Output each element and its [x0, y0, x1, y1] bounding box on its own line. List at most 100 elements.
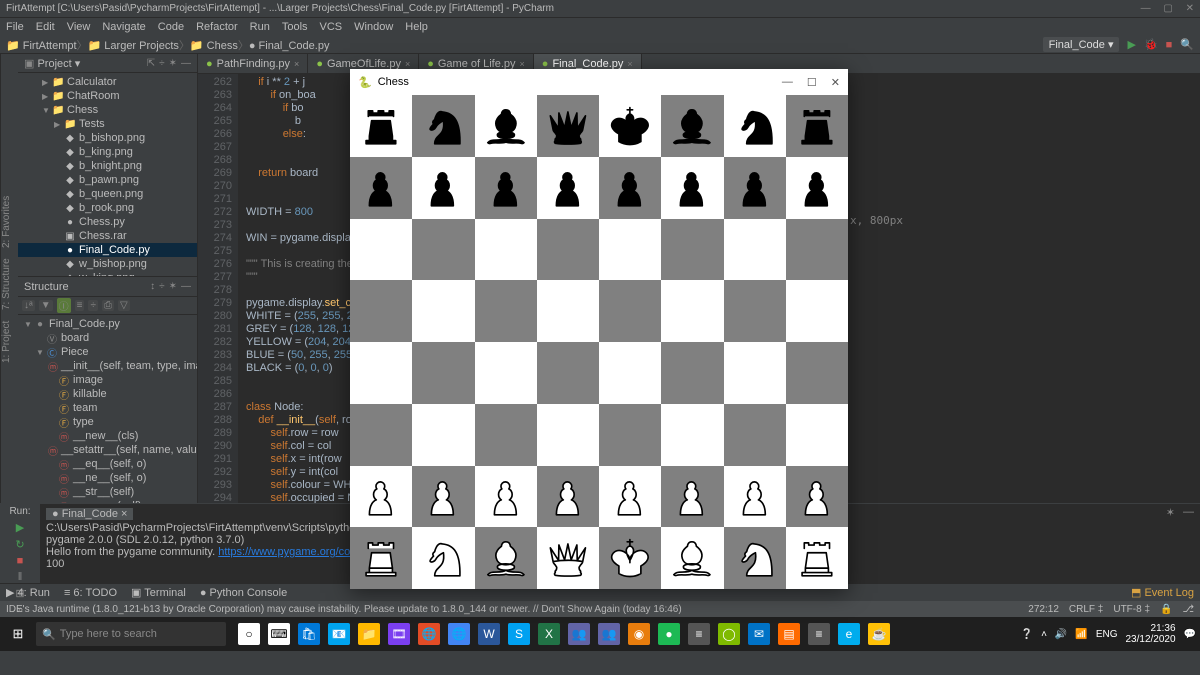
- chess-square[interactable]: [724, 527, 786, 589]
- structure-item[interactable]: ⓜ__init__(self, team, type, image, killa…: [18, 359, 197, 373]
- breadcrumb-item[interactable]: 📁 Larger Projects: [88, 40, 179, 52]
- chess-square[interactable]: [537, 280, 599, 342]
- filter-icon[interactable]: ÷: [159, 281, 165, 292]
- structure-item[interactable]: ⓜ__new__(cls): [18, 429, 197, 443]
- wifi-icon[interactable]: 📶: [1075, 629, 1087, 640]
- structure-item[interactable]: ▼ⒸPiece: [18, 345, 197, 359]
- chess-square[interactable]: [475, 157, 537, 219]
- chess-square[interactable]: [412, 404, 474, 466]
- collapse-icon[interactable]: ⇱: [147, 58, 155, 69]
- chess-square[interactable]: [537, 95, 599, 157]
- strip-structure[interactable]: 7: Structure: [1, 259, 12, 311]
- menu-refactor[interactable]: Refactor: [196, 21, 238, 33]
- chess-square[interactable]: [475, 280, 537, 342]
- chess-square[interactable]: [786, 342, 848, 404]
- structure-item[interactable]: ⓜ__str__(self): [18, 485, 197, 499]
- structure-item[interactable]: ⓜ__eq__(self, o): [18, 457, 197, 471]
- bottom-tab[interactable]: ≡ 6: TODO: [64, 587, 117, 599]
- close-icon[interactable]: ✕: [1186, 3, 1194, 14]
- menu-window[interactable]: Window: [354, 21, 393, 33]
- taskbar-app[interactable]: 📁: [358, 623, 380, 645]
- taskbar-app[interactable]: 🌐: [448, 623, 470, 645]
- taskbar-app[interactable]: ◯: [718, 623, 740, 645]
- settings-icon[interactable]: ✶: [1166, 506, 1175, 519]
- taskbar-app[interactable]: ✉: [748, 623, 770, 645]
- taskbar-app[interactable]: 👥: [598, 623, 620, 645]
- chess-square[interactable]: [661, 219, 723, 281]
- stop-icon[interactable]: ■: [17, 555, 24, 567]
- chess-square[interactable]: [475, 342, 537, 404]
- tree-item[interactable]: ◆b_rook.png: [18, 201, 197, 215]
- help-icon[interactable]: ❔: [1021, 629, 1033, 640]
- structure-item[interactable]: ⓜ__repr__(self): [18, 499, 197, 503]
- tree-item[interactable]: ▶📁Calculator: [18, 75, 197, 89]
- taskbar-app[interactable]: W: [478, 623, 500, 645]
- taskbar-app[interactable]: ≡: [808, 623, 830, 645]
- bottom-tab[interactable]: ● Python Console: [200, 587, 287, 599]
- git-icon[interactable]: ⎇: [1182, 604, 1194, 615]
- chess-square[interactable]: [661, 280, 723, 342]
- structure-item[interactable]: Ⓥboard: [18, 331, 197, 345]
- run-tab[interactable]: ● Final_Code ×: [46, 508, 133, 520]
- menu-edit[interactable]: Edit: [36, 21, 55, 33]
- chess-square[interactable]: [350, 466, 412, 528]
- tree-item[interactable]: ◆w_bishop.png: [18, 257, 197, 271]
- tree-item[interactable]: ▶📁ChatRoom: [18, 89, 197, 103]
- structure-tree[interactable]: ▼●Final_Code.pyⓋboard▼ⒸPieceⓜ__init__(se…: [18, 315, 197, 503]
- chess-square[interactable]: [350, 157, 412, 219]
- taskbar-app[interactable]: S: [508, 623, 530, 645]
- encoding[interactable]: UTF-8 ‡: [1113, 604, 1150, 615]
- tree-item[interactable]: ◆b_pawn.png: [18, 173, 197, 187]
- hide-icon[interactable]: —: [181, 58, 191, 69]
- minimize-icon[interactable]: —: [1141, 3, 1151, 14]
- chess-square[interactable]: [599, 157, 661, 219]
- hide-icon[interactable]: —: [181, 281, 191, 292]
- structure-item[interactable]: ⓜ__setattr__(self, name, value): [18, 443, 197, 457]
- lock-icon[interactable]: 🔒: [1160, 604, 1172, 615]
- chess-board[interactable]: [350, 95, 848, 589]
- minimize-icon[interactable]: —: [782, 76, 793, 89]
- chess-square[interactable]: [537, 157, 599, 219]
- chess-square[interactable]: [599, 404, 661, 466]
- chess-square[interactable]: [724, 342, 786, 404]
- chess-square[interactable]: [661, 466, 723, 528]
- taskbar-app[interactable]: ●: [658, 623, 680, 645]
- chess-square[interactable]: [537, 466, 599, 528]
- structure-item[interactable]: Ⓕtype: [18, 415, 197, 429]
- lang-indicator[interactable]: ENG: [1096, 629, 1118, 640]
- bottom-tab[interactable]: ▣ Terminal: [131, 586, 186, 599]
- chess-square[interactable]: [599, 280, 661, 342]
- chess-square[interactable]: [724, 404, 786, 466]
- taskbar-app[interactable]: 👥: [568, 623, 590, 645]
- chess-square[interactable]: [537, 342, 599, 404]
- system-tray[interactable]: ❔ ˄ 🔊 📶 ENG 21:3623/12/2020 💬: [1021, 623, 1196, 645]
- structure-item[interactable]: ⓜ__ne__(self, o): [18, 471, 197, 485]
- search-icon[interactable]: 🔍: [1180, 38, 1194, 51]
- chess-square[interactable]: [350, 280, 412, 342]
- structure-item[interactable]: Ⓕimage: [18, 373, 197, 387]
- breadcrumb-item[interactable]: 📁 Chess: [190, 40, 238, 52]
- chess-square[interactable]: [350, 404, 412, 466]
- menu-navigate[interactable]: Navigate: [102, 21, 145, 33]
- structure-item[interactable]: ▼●Final_Code.py: [18, 317, 197, 331]
- maximize-icon[interactable]: ▢: [1163, 3, 1172, 14]
- taskbar-app[interactable]: ▤: [778, 623, 800, 645]
- taskbar-app[interactable]: 📧: [328, 623, 350, 645]
- tree-item[interactable]: ◆b_king.png: [18, 145, 197, 159]
- taskbar-app[interactable]: ☕: [868, 623, 890, 645]
- gear-icon[interactable]: ✶: [169, 58, 177, 69]
- expand-icon[interactable]: ÷: [159, 58, 165, 69]
- chess-square[interactable]: [599, 466, 661, 528]
- chess-square[interactable]: [724, 466, 786, 528]
- taskbar-app[interactable]: X: [538, 623, 560, 645]
- sort-icon[interactable]: ↕: [150, 281, 155, 292]
- chess-square[interactable]: [475, 527, 537, 589]
- menu-tools[interactable]: Tools: [282, 21, 308, 33]
- tree-item[interactable]: ◆b_knight.png: [18, 159, 197, 173]
- tree-item[interactable]: ●Final_Code.py: [18, 243, 197, 257]
- clock[interactable]: 21:3623/12/2020: [1125, 623, 1175, 645]
- chess-square[interactable]: [350, 95, 412, 157]
- strip-favorites[interactable]: 2: Favorites: [1, 196, 12, 248]
- menu-view[interactable]: View: [67, 21, 91, 33]
- rerun-icon[interactable]: ▶: [16, 521, 24, 534]
